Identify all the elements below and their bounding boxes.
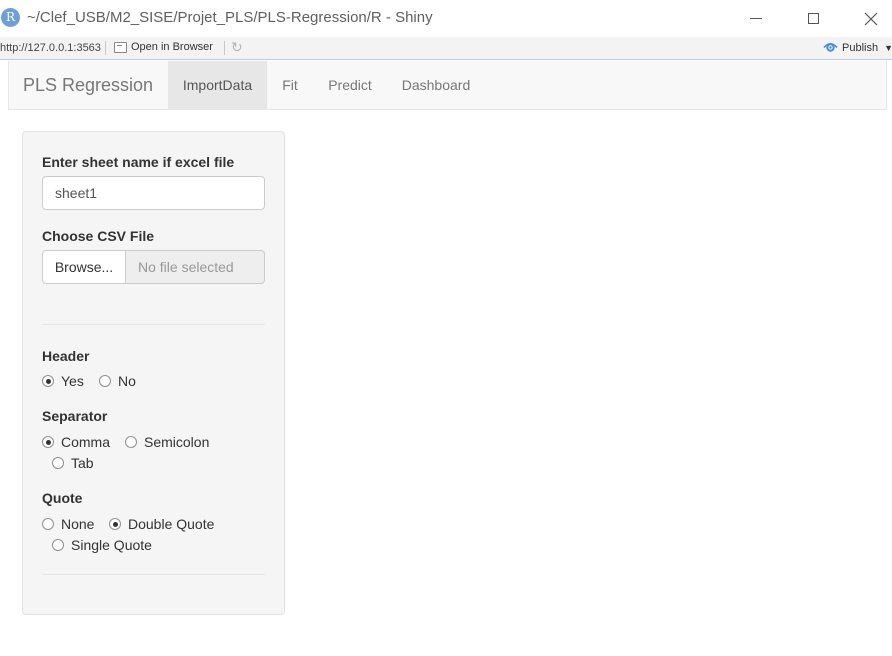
chevron-down-icon[interactable]: ▼ xyxy=(884,43,892,53)
open-browser-icon xyxy=(114,41,127,53)
separator-radio-semicolon[interactable]: Semicolon xyxy=(125,434,209,450)
divider xyxy=(42,324,265,325)
separator-label: Separator xyxy=(42,408,108,424)
sheet-name-input[interactable] xyxy=(42,176,265,210)
refresh-icon[interactable]: ↻ xyxy=(231,40,246,55)
app-navbar: PLS Regression ImportData Fit Predict Da… xyxy=(8,61,887,110)
close-button[interactable] xyxy=(848,0,892,37)
quote-label: Quote xyxy=(42,490,83,506)
radio-label: Double Quote xyxy=(128,516,215,532)
open-in-browser-label: Open in Browser xyxy=(131,41,213,53)
toolbar-divider xyxy=(105,41,106,55)
tab-importdata[interactable]: ImportData xyxy=(168,61,267,110)
header-label: Header xyxy=(42,348,90,364)
radio-label: None xyxy=(61,516,95,532)
window-title: ~/Clef_USB/M2_SISE/Projet_PLS/PLS-Regres… xyxy=(27,9,433,26)
radio-unchecked-icon xyxy=(52,457,64,469)
radio-label: No xyxy=(118,373,136,389)
quote-radio-double[interactable]: Double Quote xyxy=(109,516,214,532)
r-logo-icon: R xyxy=(1,8,20,27)
header-radio-yes[interactable]: Yes xyxy=(42,373,84,389)
browse-button[interactable]: Browse... xyxy=(42,250,126,284)
radio-checked-icon xyxy=(42,436,54,448)
radio-label: Comma xyxy=(61,434,111,450)
radio-unchecked-icon xyxy=(42,518,54,530)
quote-radio-single[interactable]: Single Quote xyxy=(52,537,152,553)
quote-radio-none[interactable]: None xyxy=(42,516,94,532)
sheet-name-label: Enter sheet name if excel file xyxy=(42,154,235,170)
sidebar-panel: Enter sheet name if excel file Choose CS… xyxy=(22,131,285,615)
close-icon xyxy=(864,12,878,25)
radio-label: Yes xyxy=(61,373,84,389)
open-in-browser-button[interactable]: Open in Browser xyxy=(114,41,213,53)
radio-checked-icon xyxy=(42,375,54,387)
radio-label: Single Quote xyxy=(71,537,152,553)
window-titlebar: R ~/Clef_USB/M2_SISE/Projet_PLS/PLS-Regr… xyxy=(0,0,892,37)
csv-file-label: Choose CSV File xyxy=(42,228,155,244)
separator-radio-tab[interactable]: Tab xyxy=(52,455,94,471)
radio-unchecked-icon xyxy=(99,375,111,387)
viewer-toolbar: http://127.0.0.1:3563 Open in Browser ↻ … xyxy=(0,37,892,60)
minimize-button[interactable] xyxy=(733,0,779,37)
separator-radio-comma[interactable]: Comma xyxy=(42,434,110,450)
tab-dashboard[interactable]: Dashboard xyxy=(393,61,479,110)
file-name-display: No file selected xyxy=(126,250,265,284)
publish-label: Publish xyxy=(842,41,879,54)
publish-button[interactable]: Publish ▼ xyxy=(823,41,892,54)
maximize-button[interactable] xyxy=(790,0,836,37)
url-display: http://127.0.0.1:3563 xyxy=(0,42,101,54)
divider xyxy=(42,574,265,575)
minimize-icon xyxy=(750,18,762,19)
toolbar-divider xyxy=(224,41,225,55)
tab-predict[interactable]: Predict xyxy=(319,61,381,110)
app-brand: PLS Regression xyxy=(23,75,154,95)
radio-label: Semicolon xyxy=(144,434,210,450)
tab-fit[interactable]: Fit xyxy=(273,61,307,110)
maximize-icon xyxy=(807,13,819,24)
radio-label: Tab xyxy=(71,455,94,471)
publish-icon xyxy=(823,41,838,54)
radio-checked-icon xyxy=(109,518,121,530)
header-radio-no[interactable]: No xyxy=(99,373,136,389)
radio-unchecked-icon xyxy=(52,539,64,551)
radio-unchecked-icon xyxy=(125,436,137,448)
